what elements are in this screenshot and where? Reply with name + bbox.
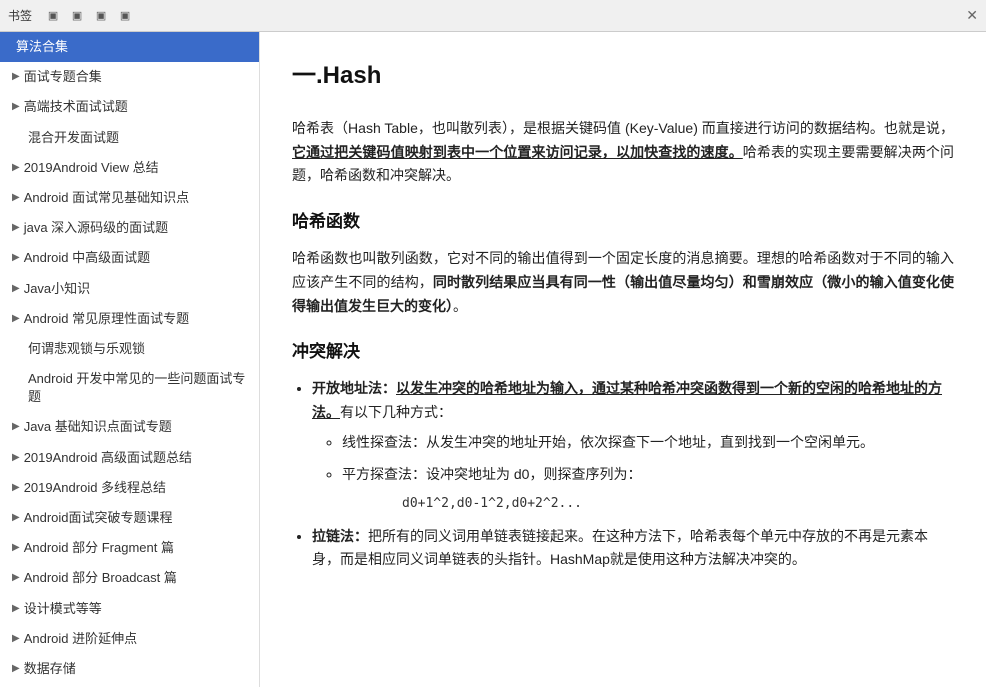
sidebar-item-label: 算法合集 — [16, 38, 251, 56]
sidebar-item-heguan[interactable]: 何谓悲观锁与乐观锁 — [0, 334, 259, 364]
arrow-icon: ▶ — [12, 511, 20, 525]
sidebar-item-androidjc[interactable]: ▶ Android 面试常见基础知识点 — [0, 183, 259, 213]
sidebar-item-label: 2019Android 高级面试题总结 — [24, 449, 251, 467]
arrow-icon: ▶ — [12, 571, 20, 585]
sidebar-item-javaknow[interactable]: ▶ Java小知识 — [0, 274, 259, 304]
titlebar-label: 书签 — [8, 7, 32, 24]
arrow-icon: ▶ — [12, 70, 20, 84]
square-formula: d0+1^2,d0-1^2,d0+2^2... — [402, 493, 954, 515]
sidebar-item-android2019mt[interactable]: ▶ 2019Android 多线程总结 — [0, 473, 259, 503]
titlebar: 书签 ▣ ▣ ▣ ▣ ✕ — [0, 0, 986, 32]
list-item-linear: 线性探查法：从发生冲突的地址开始，依次探查下一个地址，直到找到一个空闲单元。 — [342, 431, 954, 455]
arrow-icon: ▶ — [12, 191, 20, 205]
sidebar-item-suanfa[interactable]: 算法合集 — [0, 32, 259, 62]
conflict-title: 冲突解决 — [292, 338, 954, 367]
arrow-icon: ▶ — [12, 481, 20, 495]
sidebar-item-androidwt[interactable]: Android 开发中常见的一些问题面试专题 — [0, 364, 259, 412]
sidebar-item-label: Java 基础知识点面试专题 — [24, 418, 251, 436]
sidebar-item-androidjj[interactable]: ▶ Android 进阶延伸点 — [0, 624, 259, 654]
sidebar-item-androidtk[interactable]: ▶ Android面试突破专题课程 — [0, 503, 259, 533]
sidebar-item-hunhe[interactable]: 混合开发面试题 — [0, 123, 259, 153]
sidebar-item-label: 设计模式等等 — [24, 600, 251, 618]
sidebar-item-javajc[interactable]: ▶ Java 基础知识点面试专题 — [0, 412, 259, 442]
sidebar-item-android2019gj[interactable]: ▶ 2019Android 高级面试题总结 — [0, 443, 259, 473]
hash-func-paragraph: 哈希函数也叫散列函数，它对不同的输出值得到一个固定长度的消息摘要。理想的哈希函数… — [292, 247, 954, 318]
sidebar-item-label: Android 部分 Broadcast 篇 — [24, 569, 251, 587]
close-button[interactable]: ✕ — [966, 7, 978, 24]
sidebar-item-label: 面试专题合集 — [24, 68, 251, 86]
arrow-icon: ▶ — [12, 420, 20, 434]
intro-paragraph: 哈希表（Hash Table，也叫散列表），是根据关键码值 (Key-Value… — [292, 117, 954, 188]
sidebar-item-androidbroadcast[interactable]: ▶ Android 部分 Broadcast 篇 — [0, 563, 259, 593]
main-container: 算法合集 ▶ 面试专题合集 ▶ 高端技术面试试题 混合开发面试题 ▶ 2019A… — [0, 32, 986, 687]
sidebar-item-label: Android 面试常见基础知识点 — [24, 189, 251, 207]
sidebar-item-label: 数据存储 — [24, 660, 251, 678]
arrow-icon: ▶ — [12, 251, 20, 265]
list-item-chain: 拉链法：把所有的同义词用单链表链接起来。在这种方法下，哈希表每个单元中存放的不再… — [312, 525, 954, 573]
sidebar-item-label: 2019Android View 总结 — [24, 159, 251, 177]
arrow-icon: ▶ — [12, 312, 20, 326]
sidebar-item-label: 混合开发面试题 — [28, 129, 251, 147]
bookmark-icon-3[interactable]: ▣ — [92, 7, 110, 25]
conflict-list: 开放地址法：以发生冲突的哈希地址为输入，通过某种哈希冲突函数得到一个新的空闲的哈… — [312, 377, 954, 572]
arrow-icon: ▶ — [12, 221, 20, 235]
bookmark-icon-4[interactable]: ▣ — [116, 7, 134, 25]
sidebar-item-mianshi[interactable]: ▶ 面试专题合集 — [0, 62, 259, 92]
content-area: 一.Hash 哈希表（Hash Table，也叫散列表），是根据关键码值 (Ke… — [260, 32, 986, 687]
sidebar-item-androidyl[interactable]: ▶ Android 常见原理性面试专题 — [0, 304, 259, 334]
sidebar-item-label: Java小知识 — [24, 280, 251, 298]
sidebar-item-label: 何谓悲观锁与乐观锁 — [28, 340, 251, 358]
arrow-icon: ▶ — [12, 282, 20, 296]
sidebar-item-label: Android 开发中常见的一些问题面试专题 — [28, 370, 251, 406]
open-addr-sub-list: 线性探查法：从发生冲突的地址开始，依次探查下一个地址，直到找到一个空闲单元。 平… — [342, 431, 954, 515]
bookmark-icon-1[interactable]: ▣ — [44, 7, 62, 25]
sidebar: 算法合集 ▶ 面试专题合集 ▶ 高端技术面试试题 混合开发面试题 ▶ 2019A… — [0, 32, 260, 687]
arrow-icon: ▶ — [12, 632, 20, 646]
sidebar-item-android2019view[interactable]: ▶ 2019Android View 总结 — [0, 153, 259, 183]
sidebar-item-label: java 深入源码级的面试题 — [24, 219, 251, 237]
chain-prefix: 拉链法： — [312, 528, 368, 544]
sidebar-item-sheji[interactable]: ▶ 设计模式等等 — [0, 594, 259, 624]
open-addr-bold: 以发生冲突的哈希地址为输入，通过某种哈希冲突函数得到一个新的空闲的哈希地址的方法… — [312, 380, 942, 420]
sidebar-item-label: Android 进阶延伸点 — [24, 630, 251, 648]
list-item-open-addr: 开放地址法：以发生冲突的哈希地址为输入，通过某种哈希冲突函数得到一个新的空闲的哈… — [312, 377, 954, 514]
hash-func-title: 哈希函数 — [292, 208, 954, 237]
sidebar-item-label: 高端技术面试试题 — [24, 98, 251, 116]
bookmark-icon-2[interactable]: ▣ — [68, 7, 86, 25]
list-item-square: 平方探查法：设冲突地址为 d0，则探查序列为： d0+1^2,d0-1^2,d0… — [342, 463, 954, 515]
sidebar-item-label: Android面试突破专题课程 — [24, 509, 251, 527]
sidebar-item-javasrc[interactable]: ▶ java 深入源码级的面试题 — [0, 213, 259, 243]
open-addr-prefix: 开放地址法： — [312, 380, 396, 396]
titlebar-icons: ▣ ▣ ▣ ▣ — [44, 7, 134, 25]
page-title: 一.Hash — [292, 56, 954, 97]
sidebar-item-androidzj[interactable]: ▶ Android 中高级面试题 — [0, 243, 259, 273]
arrow-icon: ▶ — [12, 602, 20, 616]
sidebar-item-gaoji[interactable]: ▶ 高端技术面试试题 — [0, 92, 259, 122]
arrow-icon: ▶ — [12, 662, 20, 676]
arrow-icon: ▶ — [12, 451, 20, 465]
sidebar-item-androidfrag[interactable]: ▶ Android 部分 Fragment 篇 — [0, 533, 259, 563]
sidebar-item-label: Android 中高级面试题 — [24, 249, 251, 267]
sidebar-item-label: Android 部分 Fragment 篇 — [24, 539, 251, 557]
arrow-icon: ▶ — [12, 100, 20, 114]
sidebar-item-label: 2019Android 多线程总结 — [24, 479, 251, 497]
arrow-icon: ▶ — [12, 541, 20, 555]
sidebar-item-shujucc[interactable]: ▶ 数据存储 — [0, 654, 259, 684]
sidebar-item-label: Android 常见原理性面试专题 — [24, 310, 251, 328]
arrow-icon: ▶ — [12, 161, 20, 175]
